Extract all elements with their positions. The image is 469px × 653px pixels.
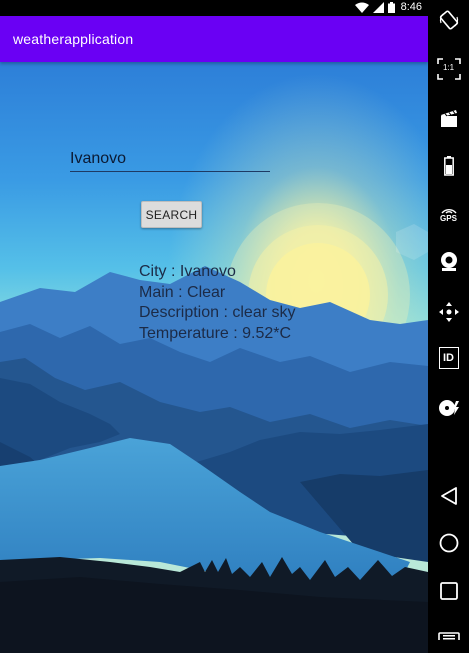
move-icon — [438, 301, 460, 323]
webcam-button[interactable] — [428, 244, 469, 280]
recents-icon — [439, 581, 459, 601]
media-button[interactable] — [428, 390, 469, 426]
fullscreen-button[interactable]: 1:1 — [428, 51, 469, 87]
battery-icon — [443, 156, 454, 176]
battery-button[interactable] — [428, 148, 469, 184]
search-button[interactable]: SEARCH — [141, 201, 202, 228]
result-main: Main : Clear — [139, 283, 226, 301]
result-city: City : Ivanovo — [139, 263, 236, 280]
status-bar: 8:46 — [0, 0, 428, 16]
menu-icon — [437, 626, 460, 640]
city-input[interactable] — [70, 147, 270, 172]
status-time: 8:46 — [400, 1, 422, 13]
back-icon — [440, 486, 458, 506]
emulator-side-bar: 1:1 GPS ID — [428, 0, 469, 653]
id-label: ID — [443, 352, 454, 364]
battery-status-icon — [387, 1, 395, 13]
app-bar: weatherapplication — [0, 16, 428, 62]
id-icon: ID — [438, 347, 459, 369]
back-button[interactable] — [428, 478, 469, 514]
result-temperature: Temperature : 9.52*C — [139, 324, 292, 342]
media-icon — [437, 398, 461, 418]
gps-button[interactable]: GPS — [428, 196, 469, 232]
result-description: Description : clear sky — [139, 304, 296, 321]
wifi-icon — [354, 2, 369, 13]
rotate-button[interactable] — [428, 2, 469, 38]
signal-icon — [372, 1, 384, 13]
home-button[interactable] — [428, 525, 469, 561]
recents-button[interactable] — [428, 573, 469, 609]
menu-button[interactable] — [428, 626, 469, 653]
move-button[interactable] — [428, 294, 469, 330]
fullscreen-icon: 1:1 — [436, 58, 461, 80]
app-title: weatherapplication — [13, 31, 134, 47]
weather-result: City : Ivanovo Main : Clear Description … — [139, 262, 296, 344]
gps-label: GPS — [440, 214, 457, 223]
rotate-icon — [438, 9, 460, 31]
ratio-label: 1:1 — [442, 63, 455, 72]
clapper-button[interactable] — [428, 100, 469, 136]
id-button[interactable]: ID — [428, 340, 469, 376]
home-icon — [438, 532, 460, 554]
gps-icon: GPS — [440, 205, 458, 223]
main-content: SEARCH City : Ivanovo Main : Clear Descr… — [0, 62, 428, 653]
webcam-icon — [439, 251, 459, 273]
clapper-icon — [440, 108, 458, 128]
status-icons: 8:46 — [354, 1, 422, 13]
